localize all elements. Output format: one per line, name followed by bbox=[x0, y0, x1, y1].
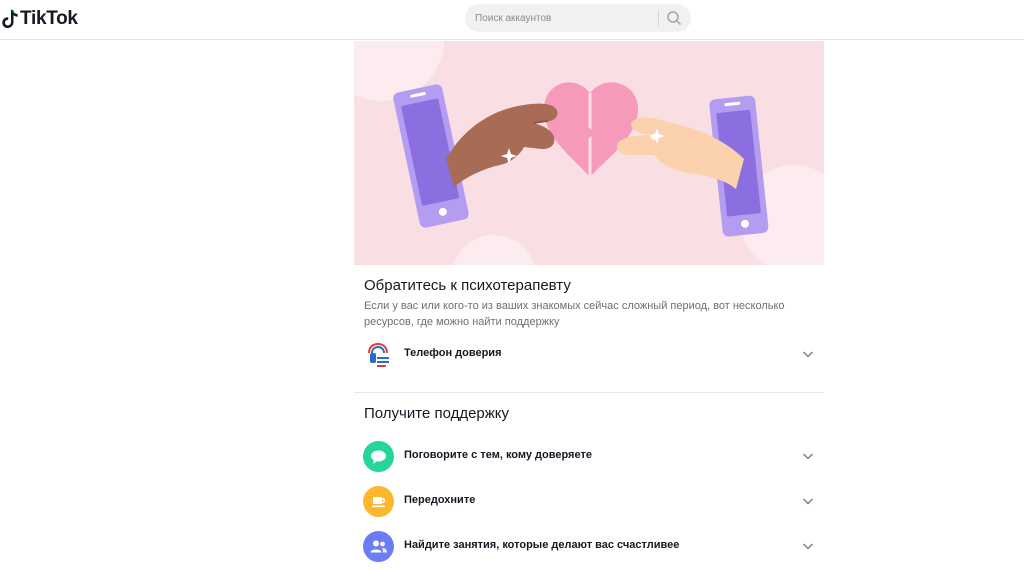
chevron-down-icon bbox=[803, 498, 813, 505]
intro-line-2: ресурсов, где можно найти поддержку bbox=[364, 316, 560, 328]
chevron-down-icon bbox=[803, 351, 813, 358]
support-item-label: Найдите занятия, которые делают вас счас… bbox=[404, 539, 680, 551]
support-item-rest[interactable]: Передохните bbox=[354, 481, 824, 521]
support-item-activities[interactable]: Найдите занятия, которые делают вас счас… bbox=[354, 526, 824, 566]
support-banner-illustration bbox=[354, 41, 824, 265]
therapist-intro-text: Если у вас или кого-то из ваших знакомых… bbox=[364, 298, 814, 330]
search-bar bbox=[465, 4, 691, 32]
hotline-label: Телефон доверия bbox=[404, 347, 502, 359]
hotline-logo-icon bbox=[363, 339, 394, 370]
search-input[interactable] bbox=[475, 4, 655, 32]
support-item-talk[interactable]: Поговорите с тем, кому доверяете bbox=[354, 436, 824, 476]
logo-text: TikTok bbox=[20, 8, 78, 29]
top-navigation-bar: TikTok bbox=[0, 0, 1024, 40]
search-icon[interactable] bbox=[665, 9, 683, 27]
tiktok-note-icon bbox=[2, 9, 18, 28]
support-item-label: Передохните bbox=[404, 494, 476, 506]
main-content: Обратитесь к психотерапевту Если у вас и… bbox=[354, 41, 824, 571]
people-icon bbox=[363, 531, 394, 562]
search-divider bbox=[658, 10, 659, 26]
chevron-down-icon bbox=[803, 453, 813, 460]
section-divider bbox=[354, 392, 824, 393]
support-item-label: Поговорите с тем, кому доверяете bbox=[404, 449, 592, 461]
coffee-cup-icon bbox=[363, 486, 394, 517]
intro-line-1: Если у вас или кого-то из ваших знакомых… bbox=[364, 300, 785, 312]
hands-heart-puzzle-illustration bbox=[354, 41, 824, 265]
chat-bubble-icon bbox=[363, 441, 394, 472]
support-section-title: Получите поддержку bbox=[364, 405, 510, 422]
chevron-down-icon bbox=[803, 543, 813, 550]
tiktok-logo[interactable]: TikTok bbox=[2, 6, 78, 32]
therapist-section-title: Обратитесь к психотерапевту bbox=[364, 277, 571, 294]
hotline-row[interactable]: Телефон доверия bbox=[354, 334, 824, 374]
